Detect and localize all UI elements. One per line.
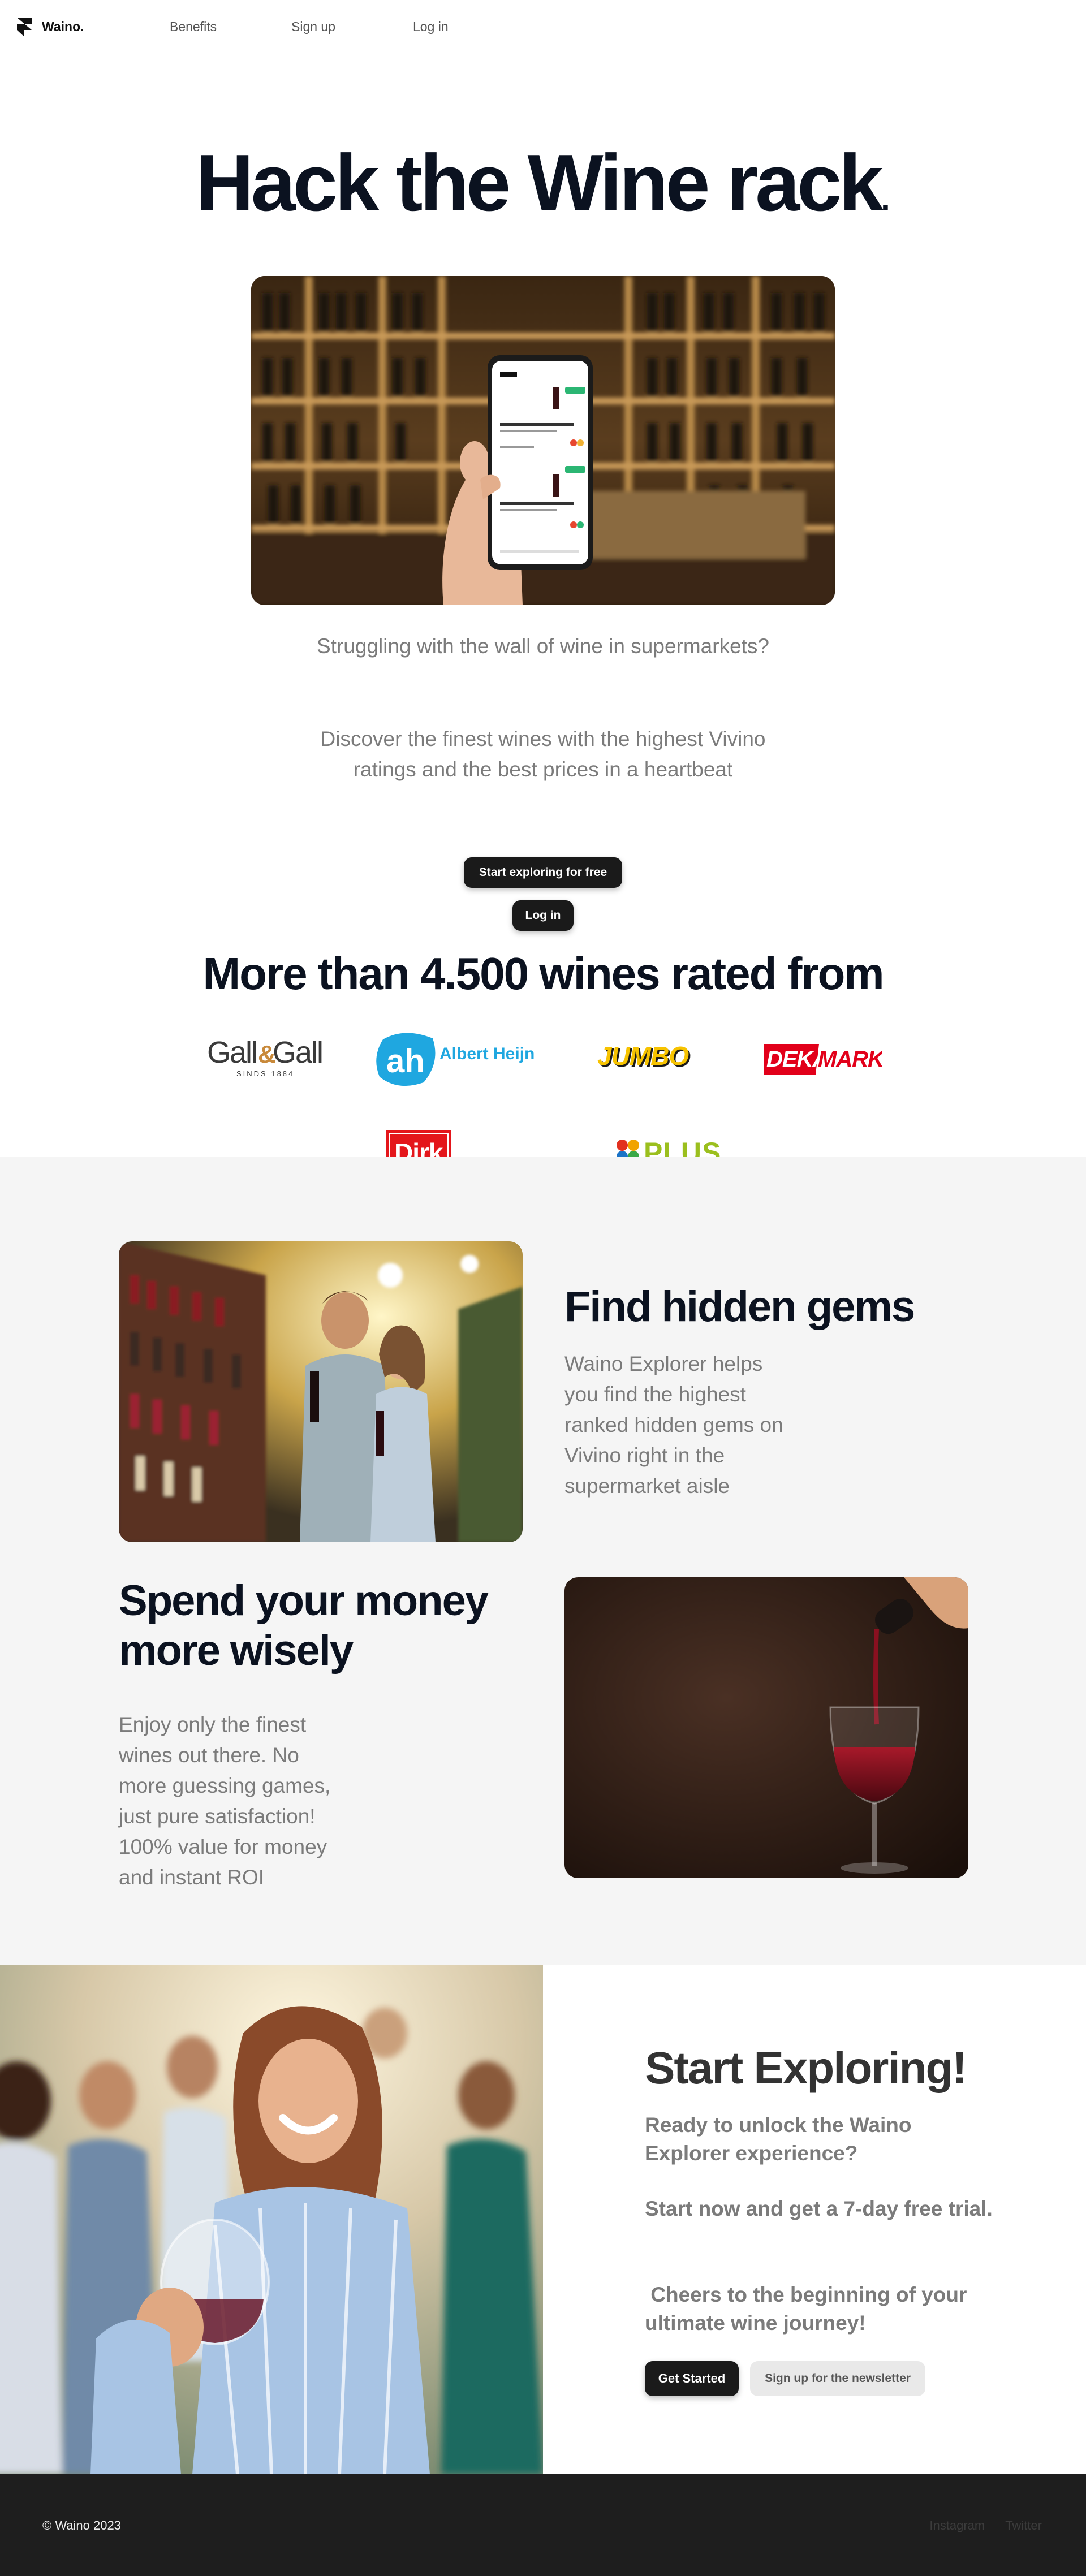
nav-link-log-in[interactable]: Log in: [413, 19, 535, 34]
copyright-text: © Waino 2023: [42, 2518, 121, 2532]
features-section: Find hidden gems Waino Explorer helps yo…: [0, 1157, 1086, 1965]
wine-pouring-image: [564, 1577, 968, 1878]
brand[interactable]: Waino.: [17, 17, 170, 37]
footer-link-instagram[interactable]: Instagram: [929, 2518, 985, 2533]
cta-section: Start Exploring! Ready to unlock the Wai…: [0, 1965, 1086, 2474]
gall-logo-text-2: Gall: [273, 1035, 322, 1069]
albert-heijn-mark: ah: [386, 1043, 425, 1080]
footer-link-twitter[interactable]: Twitter: [1005, 2518, 1042, 2533]
gall-and-gall-logo: Gall & Gall SINDS 1884: [205, 1035, 324, 1080]
couple-shopping-illustration: [119, 1241, 523, 1542]
hero-title: Hack the Wine rack.: [0, 139, 1086, 227]
dekamarkt-logo: DEKA MARKT: [764, 1041, 882, 1076]
gall-logo-text-1: Gall: [207, 1035, 257, 1069]
cta-paragraph-trial: Start now and get a 7-day free trial.: [645, 2197, 993, 2220]
markt-text: MARKT: [818, 1047, 882, 1072]
friends-toasting-illustration: [0, 1965, 543, 2474]
newsletter-signup-button[interactable]: Sign up for the newsletter: [750, 2361, 925, 2396]
hero-value-text: Discover the finest wines with the highe…: [320, 727, 766, 781]
get-started-button[interactable]: Get Started: [645, 2361, 739, 2396]
albert-heijn-name: Albert Heijn: [439, 1045, 535, 1063]
nav-link-benefits[interactable]: Benefits: [170, 19, 291, 34]
start-exploring-title: Start Exploring!: [645, 2043, 967, 2093]
hero-title-dot: .: [881, 180, 890, 218]
wine-pouring-illustration: [564, 1577, 968, 1878]
nav-link-sign-up[interactable]: Sign up: [291, 19, 413, 34]
top-navigation: Waino. Benefits Sign up Log in: [0, 0, 1086, 54]
hero-title-text: Hack the Wine rack: [196, 138, 884, 228]
framer-logo-icon: [17, 17, 32, 37]
hero-login-button[interactable]: Log in: [512, 900, 574, 931]
wines-rated-heading: More than 4.500 wines rated from: [202, 948, 884, 999]
cta-paragraph-unlock: Ready to unlock the Waino Explorer exper…: [645, 2113, 912, 2165]
hero-image: [251, 276, 835, 605]
wine-shelf-phone-illustration: [251, 276, 835, 605]
cta-paragraph-cheers: Cheers to the beginning of your ultimate…: [645, 2283, 973, 2335]
nav-links: Benefits Sign up Log in: [170, 19, 535, 34]
jumbo-logo: JUMBO JUMBO: [597, 1043, 701, 1071]
gall-logo-subtext: SINDS 1884: [236, 1069, 294, 1078]
couple-shopping-image: [119, 1241, 523, 1542]
albert-heijn-logo: ah Albert Heijn: [370, 1028, 540, 1090]
spend-wisely-title: Spend your money more wisely: [119, 1577, 489, 1675]
start-exploring-button[interactable]: Start exploring for free: [464, 857, 622, 888]
friends-toasting-image: [0, 1965, 543, 2474]
find-hidden-gems-text: Waino Explorer helps you find the highes…: [564, 1352, 783, 1498]
spend-wisely-text: Enjoy only the finest wines out there. N…: [119, 1713, 331, 1889]
hero-section: Hack the Wine rack. Struggling with the …: [0, 54, 1086, 1211]
brand-name: Waino.: [42, 19, 84, 34]
footer: © Waino 2023 Instagram Twitter: [0, 2474, 1086, 2576]
footer-links: Instagram Twitter: [929, 2518, 1042, 2533]
jumbo-text: JUMBO: [597, 1043, 689, 1071]
hero-problem-text: Struggling with the wall of wine in supe…: [317, 635, 769, 658]
find-hidden-gems-title: Find hidden gems: [564, 1283, 915, 1331]
